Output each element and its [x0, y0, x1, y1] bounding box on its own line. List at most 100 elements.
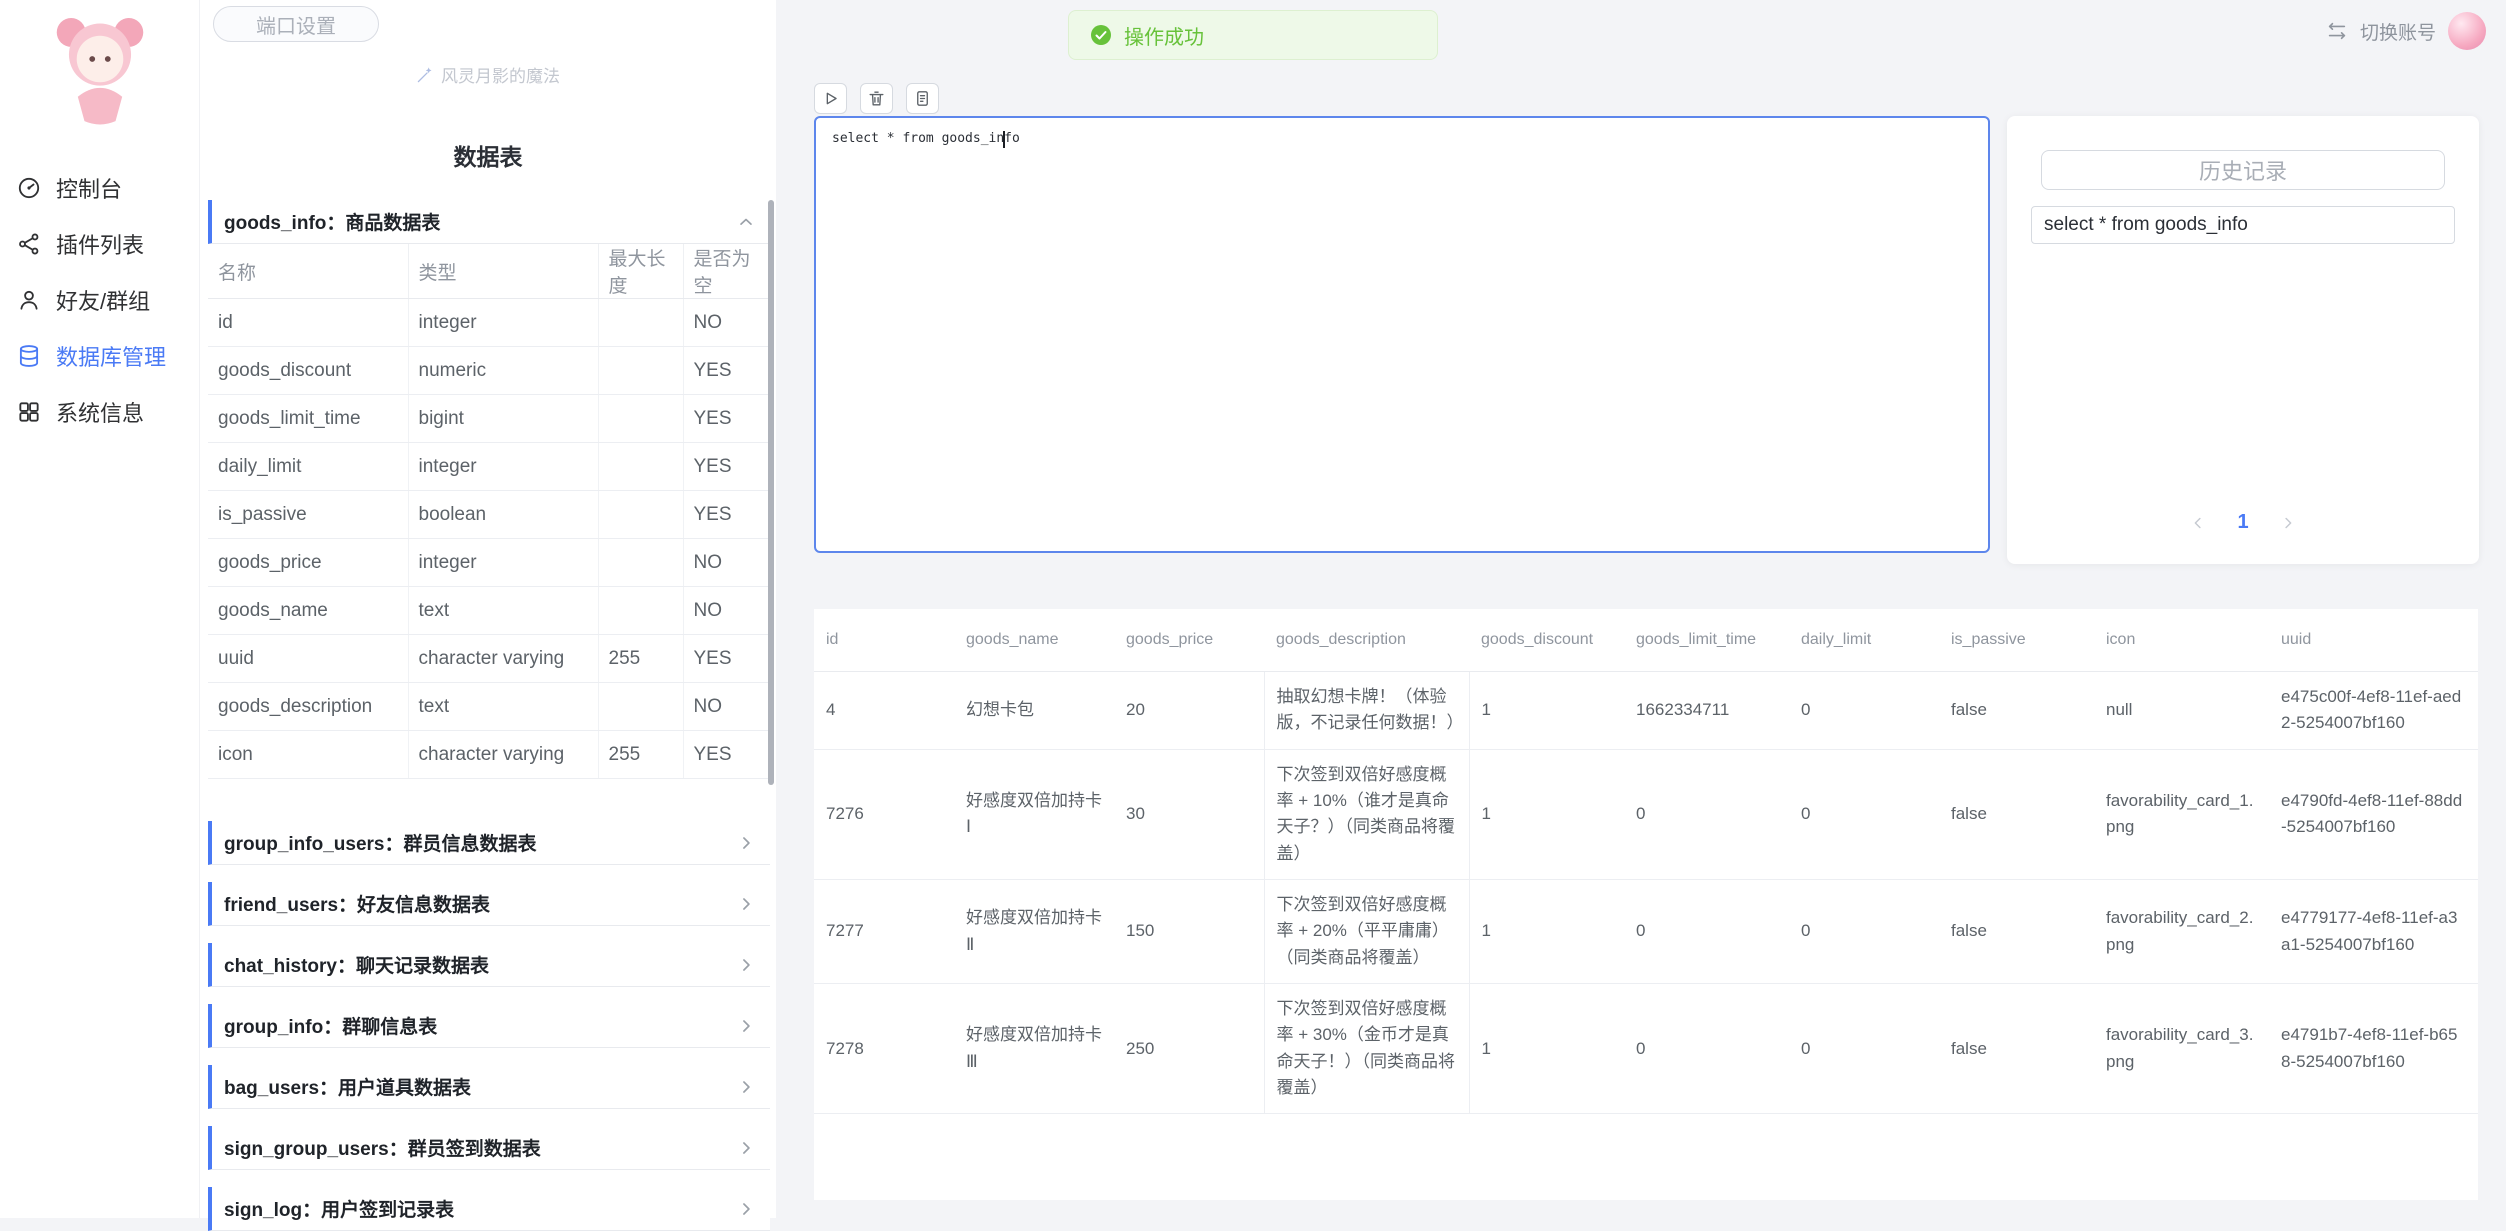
table-cell: 7278 — [814, 984, 954, 1114]
table-section-sign-group-users[interactable]: sign_group_users：群员签到数据表 — [208, 1126, 770, 1170]
results-col-header: icon — [2094, 609, 2269, 672]
table-section-chat-history[interactable]: chat_history：聊天记录数据表 — [208, 943, 770, 987]
schema-header-row: 名称 类型 最大长度 是否为空 — [208, 244, 770, 299]
sidebar-item-label: 控制台 — [56, 172, 122, 204]
schema-cell: 255 — [598, 635, 683, 683]
sql-editor[interactable]: select * from goods_info — [814, 116, 1990, 553]
schema-cell: YES — [683, 731, 770, 779]
table-sections-list: goods_info：商品数据表 名称 类型 最大长度 是否为空 — [208, 200, 770, 1231]
sidebar-item-console[interactable]: 控制台 — [0, 160, 199, 216]
table-cell: 30 — [1114, 749, 1264, 879]
schema-cell: icon — [208, 731, 408, 779]
table-cell: false — [1939, 672, 2094, 750]
schema-cell — [598, 491, 683, 539]
schema-table: 名称 类型 最大长度 是否为空 id integer NO — [208, 244, 770, 779]
table-cell: 好感度双倍加持卡Ⅱ — [954, 880, 1114, 984]
database-icon — [16, 343, 42, 369]
table-section-friend-users[interactable]: friend_users：好友信息数据表 — [208, 882, 770, 926]
table-section-sign-log[interactable]: sign_log：用户签到记录表 — [208, 1187, 770, 1231]
schema-cell: character varying — [408, 635, 598, 683]
schema-cell: goods_price — [208, 539, 408, 587]
table-cell: e4790fd-4ef8-11ef-88dd-5254007bf160 — [2269, 749, 2478, 879]
logo-image — [31, 8, 169, 130]
plugins-icon — [16, 231, 42, 257]
table-cell: 0 — [1789, 672, 1939, 750]
table-cell: 下次签到双倍好感度概率 + 10%（谁才是真命天子？）（同类商品将覆盖） — [1264, 749, 1469, 879]
schema-col-header: 最大长度 — [598, 244, 683, 299]
schema-cell: YES — [683, 491, 770, 539]
table-cell: favorability_card_3.png — [2094, 984, 2269, 1114]
schema-col-header: 名称 — [208, 244, 408, 299]
schema-cell: YES — [683, 443, 770, 491]
page-number[interactable]: 1 — [2237, 511, 2248, 534]
table-cell: 下次签到双倍好感度概率 + 20%（平平庸庸）（同类商品将覆盖） — [1264, 880, 1469, 984]
success-check-icon — [1089, 23, 1113, 47]
sidebar-item-label: 好友/群组 — [56, 284, 150, 316]
chevron-right-icon — [736, 955, 756, 975]
table-section-title: goods_info：商品数据表 — [224, 208, 440, 235]
table-cell: 4 — [814, 672, 954, 750]
schema-cell: NO — [683, 299, 770, 347]
main-area: select * from goods_info 历史记录 select * f… — [776, 0, 2506, 1218]
document-button[interactable] — [906, 83, 939, 114]
schema-cell — [598, 443, 683, 491]
table-cell: null — [2094, 672, 2269, 750]
sidebar-item-system[interactable]: 系统信息 — [0, 384, 199, 440]
tables-panel: 端口设置 风灵月影的魔法 数据表 goods_info：商品数据表 — [200, 0, 776, 1218]
table-row: 7277 好感度双倍加持卡Ⅱ 150 下次签到双倍好感度概率 + 20%（平平庸… — [814, 880, 2478, 984]
prev-page-icon[interactable] — [2189, 514, 2207, 532]
schema-row: goods_discount numeric YES — [208, 347, 770, 395]
results-col-header: daily_limit — [1789, 609, 1939, 672]
scrollbar-thumb[interactable] — [768, 200, 774, 785]
table-cell: 1 — [1469, 672, 1624, 750]
text-cursor — [1003, 131, 1005, 148]
next-page-icon[interactable] — [2279, 514, 2297, 532]
schema-cell — [598, 587, 683, 635]
history-item[interactable]: select * from goods_info — [2031, 206, 2455, 244]
results-table-card: id goods_name goods_price goods_descript… — [814, 609, 2478, 1200]
table-cell: favorability_card_1.png — [2094, 749, 2269, 879]
sidebar-item-database[interactable]: 数据库管理 — [0, 328, 199, 384]
schema-row: goods_name text NO — [208, 587, 770, 635]
history-title: 历史记录 — [2041, 150, 2445, 190]
table-cell: 1662334711 — [1624, 672, 1789, 750]
table-section-header[interactable]: goods_info：商品数据表 — [208, 200, 770, 244]
friends-icon — [16, 287, 42, 313]
schema-cell: daily_limit — [208, 443, 408, 491]
account-area: 切换账号 — [2326, 12, 2486, 50]
schema-cell: is_passive — [208, 491, 408, 539]
app-root: 控制台 插件列表 好友/群组 — [0, 0, 2506, 1218]
table-cell: 好感度双倍加持卡Ⅲ — [954, 984, 1114, 1114]
schema-cell: uuid — [208, 635, 408, 683]
schema-row: goods_limit_time bigint YES — [208, 395, 770, 443]
chevron-right-icon — [736, 1199, 756, 1219]
schema-row: goods_description text NO — [208, 683, 770, 731]
table-section-title: friend_users：好友信息数据表 — [224, 890, 490, 917]
table-cell: 1 — [1469, 880, 1624, 984]
port-settings-button[interactable]: 端口设置 — [213, 6, 379, 42]
dashboard-icon — [16, 175, 42, 201]
table-cell: 下次签到双倍好感度概率 + 30%（金币才是真命天子！）（同类商品将覆盖） — [1264, 984, 1469, 1114]
switch-account-icon[interactable] — [2326, 20, 2348, 42]
avatar[interactable] — [2448, 12, 2486, 50]
sidebar-item-friends-groups[interactable]: 好友/群组 — [0, 272, 199, 328]
table-cell: 7276 — [814, 749, 954, 879]
sidebar-item-plugins[interactable]: 插件列表 — [0, 216, 199, 272]
table-section-bag-users[interactable]: bag_users：用户道具数据表 — [208, 1065, 770, 1109]
success-toast: 操作成功 — [1068, 10, 1438, 60]
magic-easter-egg[interactable]: 风灵月影的魔法 — [200, 62, 776, 87]
table-section-group-info-users[interactable]: group_info_users：群员信息数据表 — [208, 821, 770, 865]
table-section-group-info[interactable]: group_info：群聊信息表 — [208, 1004, 770, 1048]
switch-account-button[interactable]: 切换账号 — [2360, 18, 2436, 45]
schema-cell: integer — [408, 299, 598, 347]
trash-icon — [867, 89, 886, 108]
run-query-button[interactable] — [814, 83, 847, 114]
table-cell: 0 — [1789, 749, 1939, 879]
schema-cell — [598, 299, 683, 347]
chevron-right-icon — [736, 894, 756, 914]
table-row: 7278 好感度双倍加持卡Ⅲ 250 下次签到双倍好感度概率 + 30%（金币才… — [814, 984, 2478, 1114]
system-info-icon — [16, 399, 42, 425]
table-cell: 0 — [1624, 749, 1789, 879]
sidebar-item-label: 插件列表 — [56, 228, 144, 260]
clear-query-button[interactable] — [860, 83, 893, 114]
